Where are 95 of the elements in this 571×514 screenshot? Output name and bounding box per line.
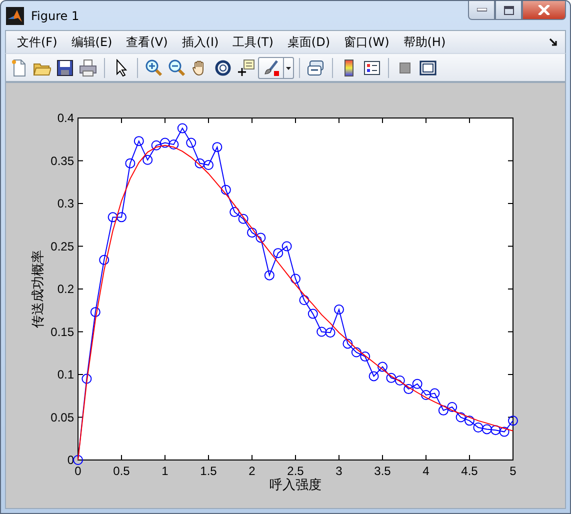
dock-arrow-icon[interactable] bbox=[549, 38, 558, 46]
menu-item[interactable]: 查看(V) bbox=[119, 34, 175, 50]
maximize-icon bbox=[504, 6, 514, 14]
data-point bbox=[412, 378, 422, 389]
data-point bbox=[247, 228, 257, 238]
data-point bbox=[334, 304, 344, 315]
data-point bbox=[447, 402, 458, 412]
data-point bbox=[142, 154, 153, 165]
data-point bbox=[177, 123, 188, 134]
data-point bbox=[386, 372, 396, 383]
y-tick-label: 0.3 bbox=[57, 196, 74, 210]
menu-item[interactable]: 编辑(E) bbox=[64, 34, 120, 50]
x-tick-label: 5 bbox=[510, 464, 516, 478]
data-point bbox=[282, 241, 292, 252]
data-point bbox=[99, 254, 110, 265]
data-point bbox=[290, 274, 300, 284]
data-point bbox=[325, 328, 336, 338]
brush-button[interactable] bbox=[258, 56, 294, 78]
data-point bbox=[256, 232, 266, 243]
minimize-button[interactable] bbox=[468, 1, 495, 20]
menu-item[interactable]: 窗口(W) bbox=[337, 34, 396, 50]
x-tick-label: 2.5 bbox=[287, 464, 304, 478]
data-point bbox=[430, 388, 440, 398]
data-point bbox=[299, 295, 310, 306]
x-tick-label: 4.5 bbox=[461, 464, 478, 478]
y-tick-label: 0.2 bbox=[57, 282, 74, 296]
data-point bbox=[490, 425, 501, 436]
data-point bbox=[264, 270, 274, 280]
data-point bbox=[238, 214, 248, 224]
y-tick-label: 0.35 bbox=[50, 154, 74, 168]
data-point bbox=[82, 374, 92, 384]
menu-item[interactable]: 工具(T) bbox=[226, 34, 280, 50]
close-button[interactable] bbox=[522, 1, 566, 20]
data-point bbox=[378, 362, 388, 372]
caret-icon bbox=[283, 58, 293, 78]
data-point bbox=[194, 158, 205, 168]
data-point bbox=[456, 412, 466, 422]
x-tick-label: 2 bbox=[248, 464, 256, 478]
y-tick-label: 0.1 bbox=[57, 368, 74, 382]
data-point bbox=[404, 384, 414, 394]
x-tick-label: 1 bbox=[162, 464, 168, 478]
y-tick-label: 0.05 bbox=[50, 410, 74, 424]
data-point bbox=[168, 140, 179, 150]
data-point bbox=[499, 426, 510, 437]
app-logo-icon bbox=[6, 7, 24, 25]
data-point bbox=[125, 158, 136, 168]
y-tick-label: 0 bbox=[67, 453, 74, 467]
data-point bbox=[230, 207, 240, 218]
x-tick-label: 1.5 bbox=[200, 464, 217, 478]
menu-item[interactable]: 文件(F) bbox=[10, 34, 64, 50]
window-title: Figure 1 bbox=[31, 9, 80, 23]
data-point bbox=[220, 184, 231, 195]
y-tick-label: 0.25 bbox=[50, 239, 74, 254]
data-point bbox=[73, 455, 83, 465]
brush-icon bbox=[262, 58, 280, 76]
minimize-icon bbox=[476, 8, 486, 12]
x-tick-label: 3.5 bbox=[374, 464, 391, 478]
data-point bbox=[186, 138, 196, 148]
y-tick-label: 0.15 bbox=[50, 324, 74, 339]
x-tick-label: 4 bbox=[422, 464, 430, 478]
data-point bbox=[134, 136, 144, 146]
data-point bbox=[204, 160, 214, 170]
data-point bbox=[342, 338, 353, 349]
data-point bbox=[316, 326, 327, 337]
menu-item[interactable]: 插入(I) bbox=[174, 34, 226, 50]
data-point bbox=[394, 375, 405, 386]
x-tick-label: 3 bbox=[336, 464, 342, 478]
data-point bbox=[360, 352, 370, 362]
data-point bbox=[108, 212, 118, 222]
data-point bbox=[212, 142, 222, 152]
data-point bbox=[273, 248, 284, 258]
menu-item[interactable]: 桌面(D) bbox=[280, 34, 338, 50]
data-point bbox=[421, 390, 431, 400]
menu-item[interactable]: 帮助(H) bbox=[396, 34, 453, 50]
data-point bbox=[308, 308, 318, 319]
data-cursor-icon[interactable] bbox=[235, 56, 257, 78]
data-point bbox=[464, 416, 474, 426]
data-point bbox=[368, 371, 379, 382]
y-tick-label: 0.4 bbox=[57, 111, 74, 125]
x-tick-label: 0 bbox=[74, 464, 82, 478]
maximize-button[interactable] bbox=[495, 1, 522, 20]
data-point bbox=[90, 307, 100, 318]
y-axis-label: 传送成功概率 bbox=[31, 250, 46, 328]
data-point bbox=[438, 405, 448, 416]
data-point bbox=[351, 347, 362, 358]
x-axis-label: 呼入强度 bbox=[270, 478, 322, 493]
data-point bbox=[508, 416, 518, 426]
print-icon[interactable] bbox=[77, 56, 99, 78]
data-point bbox=[473, 422, 484, 432]
data-point bbox=[116, 212, 126, 222]
data-point bbox=[160, 138, 170, 148]
x-tick-label: 0.5 bbox=[113, 464, 130, 478]
data-point bbox=[482, 424, 492, 434]
close-icon bbox=[538, 5, 550, 15]
data-point bbox=[151, 140, 162, 150]
